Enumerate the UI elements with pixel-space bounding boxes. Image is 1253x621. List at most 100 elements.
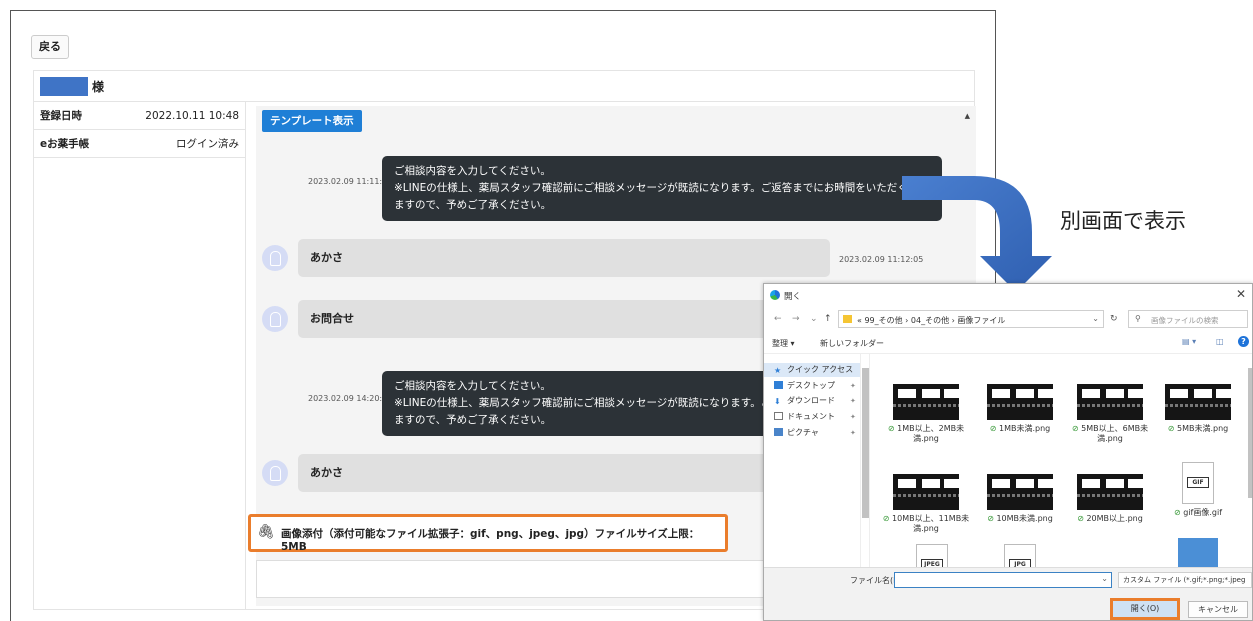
message-line: ご相談内容を入力してください。	[394, 165, 551, 177]
file-grid-scrollbar[interactable]	[1248, 354, 1252, 567]
chevron-down-icon[interactable]: ⌄	[1101, 574, 1108, 583]
pin-icon: ✦	[850, 397, 856, 405]
pin-icon: ✦	[850, 382, 856, 390]
image-thumbnail	[987, 474, 1053, 510]
template-button[interactable]: テンプレート表示	[262, 110, 362, 132]
scroll-up-icon[interactable]: ▲	[965, 112, 970, 120]
close-icon[interactable]: ✕	[1236, 287, 1246, 301]
message-input[interactable]	[256, 560, 766, 598]
file-type-filter[interactable]: カスタム ファイル (*.gif;*.png;*.jpeg	[1118, 572, 1252, 588]
sync-check-icon: ⊘	[987, 514, 994, 523]
filename-input[interactable]: ⌄	[894, 572, 1112, 588]
sync-check-icon: ⊘	[989, 424, 997, 433]
user-avatar-icon	[262, 245, 288, 271]
dialog-footer: ファイル名(N): ⌄ カスタム ファイル (*.gif;*.png;*.jpe…	[764, 567, 1252, 620]
nav-item-desktop[interactable]: デスクトップ	[774, 379, 835, 393]
scroll-thumb[interactable]	[1248, 368, 1252, 498]
user-avatar-icon	[262, 306, 288, 332]
curved-arrow-icon	[902, 176, 1052, 292]
chevron-down-icon[interactable]: ⌄	[1092, 314, 1099, 323]
customer-honorific: 様	[92, 80, 105, 94]
file-item[interactable]: ⊘ 1MB以上、2MB未満.png	[880, 384, 972, 444]
search-placeholder: 画像ファイルの検索	[1151, 316, 1219, 325]
info-row-registered: 登録日時 2022.10.11 10:48	[34, 102, 245, 130]
user-avatar-icon	[262, 460, 288, 486]
info-label: eお薬手帳	[40, 138, 90, 150]
new-folder-button[interactable]: 新しいフォルダー	[820, 338, 884, 349]
file-item[interactable]: ⊘ 10MB未満.png	[974, 474, 1066, 524]
image-attach-button[interactable]: 🖇 画像添付（添付可能なファイル拡張子：gif、png、jpeg、jpg）ファイ…	[248, 514, 728, 553]
organize-button[interactable]: 整理 ▾	[772, 338, 795, 349]
back-arrow-icon[interactable]: ←	[774, 314, 782, 324]
sync-check-icon: ⊘	[1167, 424, 1175, 433]
nav-item-label: ドキュメント	[787, 412, 835, 421]
dialog-title: 開く	[784, 292, 802, 302]
sync-check-icon: ⊘	[882, 514, 890, 523]
dialog-title-bar: 開く ✕	[764, 284, 1252, 306]
nav-item-label: デスクトップ	[787, 381, 835, 390]
sync-check-icon: ⊘	[887, 424, 895, 433]
preview-pane-icon[interactable]: ◫	[1216, 337, 1224, 346]
browser-icon	[770, 290, 780, 300]
file-name: 10MB未満.png	[996, 514, 1053, 523]
help-icon[interactable]: ?	[1238, 336, 1249, 347]
cancel-button[interactable]: キャンセル	[1188, 601, 1248, 618]
search-icon: ⚲	[1135, 314, 1141, 323]
back-button[interactable]: 戻る	[31, 35, 69, 59]
user-message: あかさ	[298, 239, 830, 277]
nav-item-documents[interactable]: ドキュメント	[774, 410, 835, 424]
customer-info-sidebar: 登録日時 2022.10.11 10:48 eお薬手帳 ログイン済み	[34, 102, 246, 610]
scroll-thumb[interactable]	[862, 368, 869, 518]
file-name: 5MB以上、6MB未満.png	[1081, 424, 1149, 443]
address-bar[interactable]: « 99_その他 › 04_その他 › 画像ファイル ⌄	[838, 310, 1104, 328]
image-thumbnail	[1077, 384, 1143, 420]
file-item[interactable]: GIF ⊘ gif画像.gif	[1152, 462, 1244, 518]
refresh-icon[interactable]: ↻	[1110, 314, 1118, 324]
dialog-toolbar: 整理 ▾ 新しいフォルダー ▤ ▾ ◫ ?	[764, 332, 1252, 354]
message-timestamp: 2023.02.09 11:11:52	[308, 177, 393, 186]
message-line: ますので、予めご了承ください。	[394, 199, 552, 211]
paperclip-icon: 🖇	[257, 524, 275, 540]
up-arrow-icon[interactable]: ↑	[824, 314, 832, 324]
file-grid: ⊘ 1MB以上、2MB未満.png ⊘ 1MB未満.png ⊘ 5MB以上、6M…	[874, 354, 1244, 586]
nav-item-quick-access[interactable]: ★ クイック アクセス	[774, 363, 853, 377]
attach-instructions: 画像添付（添付可能なファイル拡張子：gif、png、jpeg、jpg）ファイルサ…	[281, 528, 700, 553]
file-open-dialog: 開く ✕ ← → ⌄ ↑ « 99_その他 › 04_その他 › 画像ファイル …	[763, 283, 1253, 621]
file-item[interactable]: ⊘ 5MB未満.png	[1152, 384, 1244, 434]
file-name: 1MB以上、2MB未満.png	[897, 424, 965, 443]
caption-text: 別画面で表示	[1060, 209, 1186, 233]
open-button[interactable]: 開く(O)	[1110, 598, 1180, 620]
pin-icon: ✦	[850, 429, 856, 437]
search-input[interactable]: ⚲ 画像ファイルの検索	[1128, 310, 1248, 328]
pin-icon: ✦	[850, 413, 856, 421]
file-type-label: GIF	[1187, 477, 1209, 488]
nav-item-pictures[interactable]: ピクチャ	[774, 426, 819, 440]
nav-item-downloads[interactable]: ⬇ ダウンロード	[774, 394, 835, 408]
file-item[interactable]: ⊘ 20MB以上.png	[1064, 474, 1156, 524]
nav-item-label: クイック アクセス	[787, 365, 854, 374]
image-thumbnail	[987, 384, 1053, 420]
file-item[interactable]: ⊘ 10MB以上、11MB未満.png	[880, 474, 972, 534]
customer-header: 様	[34, 71, 974, 102]
gif-file-icon: GIF	[1182, 462, 1214, 504]
nav-item-label: ピクチャ	[787, 428, 819, 437]
image-thumbnail	[893, 384, 959, 420]
message-line: ※LINEの仕様上、薬局スタッフ確認前にご相談メッセージが既読になります。ご返答…	[394, 182, 961, 194]
dialog-address-row: ← → ⌄ ↑ « 99_その他 › 04_その他 › 画像ファイル ⌄ ↻ ⚲…	[764, 306, 1252, 332]
view-options-icon[interactable]: ▤ ▾	[1182, 337, 1196, 346]
image-thumbnail	[1077, 474, 1143, 510]
user-message: お問合せ	[298, 300, 830, 338]
file-name: 10MB以上、11MB未満.png	[892, 514, 970, 533]
forward-arrow-icon[interactable]: →	[792, 314, 800, 324]
folder-icon	[843, 315, 852, 323]
sync-check-icon: ⊘	[1173, 508, 1181, 517]
nav-scrollbar[interactable]	[860, 354, 870, 567]
file-name: 1MB未満.png	[999, 424, 1051, 433]
nav-item-label: ダウンロード	[787, 396, 835, 405]
staff-message: ご相談内容を入力してください。 ※LINEの仕様上、薬局スタッフ確認前にご相談メ…	[382, 156, 961, 221]
image-thumbnail	[1165, 384, 1231, 420]
file-item[interactable]: ⊘ 5MB以上、6MB未満.png	[1064, 384, 1156, 444]
dropdown-icon[interactable]: ⌄	[810, 314, 818, 324]
file-item[interactable]: ⊘ 1MB未満.png	[974, 384, 1066, 434]
user-message: あかさ	[298, 454, 830, 492]
